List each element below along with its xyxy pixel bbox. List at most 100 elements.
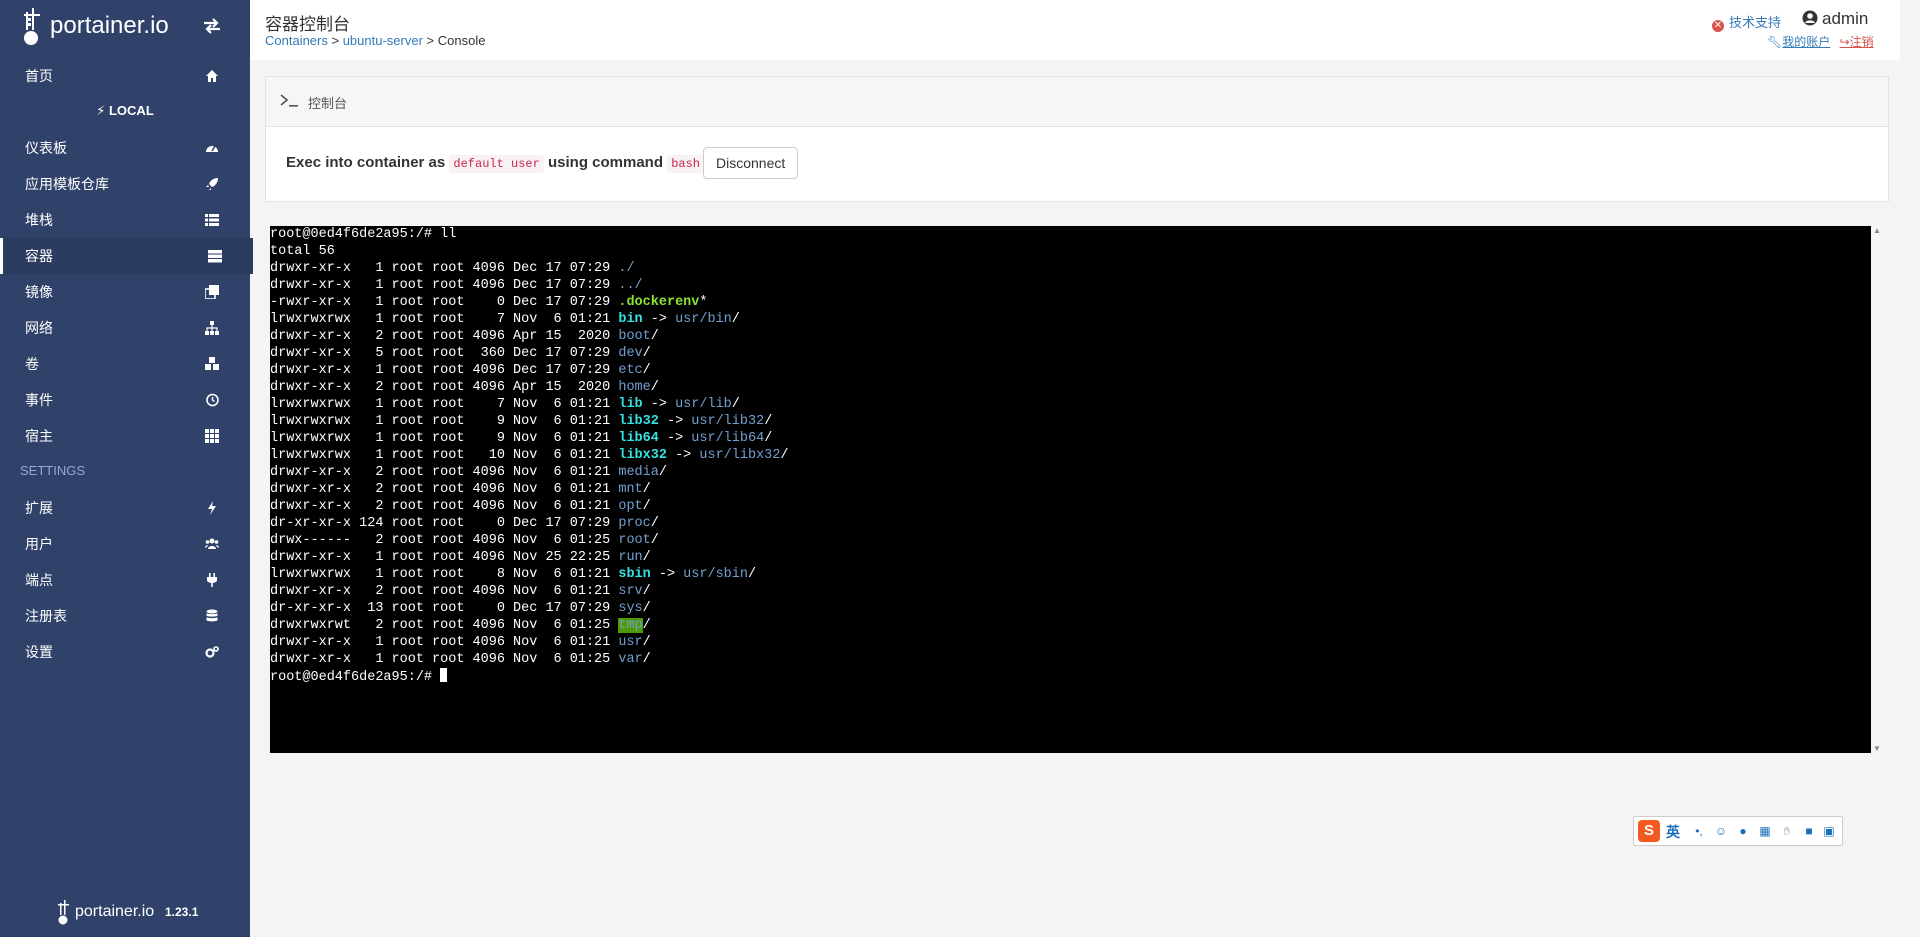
terminal-line: drwxr-xr-x 2 root root 4096 Nov 6 01:21 … (270, 481, 1871, 498)
terminal-segment: dev (618, 346, 643, 361)
console-widget: 控制台 Exec into container as default user … (265, 76, 1889, 202)
terminal-segment: lib32 (618, 414, 659, 429)
plug-icon (207, 573, 217, 587)
clone-icon (205, 285, 219, 299)
breadcrumb-separator: > (422, 33, 438, 48)
terminal-segment: media (618, 465, 659, 480)
exec-command: bash (667, 155, 704, 173)
top-header: 容器控制台 Containers > ubuntu-server > Conso… (250, 0, 1900, 60)
sidebar-item-label: 应用模板仓库 (25, 176, 109, 192)
grid-icon[interactable]: ▣ (1822, 824, 1836, 838)
terminal-segment: sys (618, 601, 643, 616)
terminal-segment: / (642, 482, 651, 497)
terminal-segment: lib64 (618, 431, 659, 446)
terminal-segment: proc (618, 516, 651, 531)
terminal[interactable]: root@0ed4f6de2a95:/# ll total 56 drwxr-xr-… (270, 226, 1871, 753)
terminal-line: drwxr-xr-x 2 root root 4096 Nov 6 01:21 … (270, 498, 1871, 515)
widget-header: 控制台 (266, 77, 1888, 127)
terminal-segment: drwxr-xr-x 2 root root 4096 Nov 6 01:21 (270, 499, 619, 514)
endpoint-label: ⚡︎ LOCAL (96, 103, 154, 118)
terminal-segment: srv (618, 584, 643, 599)
terminal-segment: lrwxrwxrwx 1 root root 7 Nov 6 01:21 (270, 312, 619, 327)
terminal-icon (280, 94, 298, 107)
sidebar-item-label: 宿主 (25, 428, 53, 444)
my-account-link[interactable]: 我的账户 (1782, 35, 1830, 49)
sidebar-item-users[interactable]: 用户 (0, 526, 250, 562)
terminal-line: total 56 (270, 243, 1871, 260)
footer-brand: portainer.io (75, 903, 155, 920)
terminal-segment: / (650, 516, 659, 531)
terminal-segment: usr/libx32 (699, 448, 781, 463)
brand-text[interactable]: portainer.io (50, 12, 169, 40)
home-icon (206, 70, 218, 82)
sidebar-item-endpoints[interactable]: 端点 (0, 562, 250, 598)
support-link[interactable]: ✕ 技术支持 (1712, 12, 1781, 32)
terminal-line: drwxr-xr-x 1 root root 4096 Nov 6 01:21 … (270, 634, 1871, 651)
terminal-segment: drwxr-xr-x 1 root root 4096 Dec 17 07:29 (270, 363, 619, 378)
user-menu: admin (1802, 9, 1868, 29)
scroll-down-icon[interactable]: ▼ (1873, 744, 1881, 753)
terminal-segment: * (699, 295, 708, 310)
sidebar-item-home[interactable]: 首页 (0, 58, 250, 94)
terminal-line: root@0ed4f6de2a95:/# (270, 668, 1871, 686)
sidebar-item-extensions[interactable]: 扩展 (0, 490, 250, 526)
terminal-segment: lrwxrwxrwx 1 root root 9 Nov 6 01:21 (270, 414, 619, 429)
punctuation-icon[interactable]: •, (1692, 824, 1706, 838)
sidebar-item-settings[interactable]: 设置 (0, 634, 250, 670)
scroll-up-icon[interactable]: ▲ (1873, 226, 1881, 235)
sidebar-item-label: 堆栈 (25, 212, 53, 228)
widget-title: 控制台 (308, 96, 348, 111)
terminal-segment: / (650, 380, 659, 395)
sidebar-item-dashboard[interactable]: 仪表板 (0, 130, 250, 166)
sidebar-item-volumes[interactable]: 卷 (0, 346, 250, 382)
skin-icon[interactable]: ■ (1802, 824, 1816, 838)
sidebar-item-stacks[interactable]: 堆栈 (0, 202, 250, 238)
terminal-segment: usr/sbin (683, 567, 748, 582)
sidebar-item-images[interactable]: 镜像 (0, 274, 250, 310)
page-title: 容器控制台 (265, 15, 350, 34)
sidebar-item-label: 网络 (25, 320, 53, 336)
terminal-segment: drwxr-xr-x 1 root root 4096 Dec 17 07:29 (270, 261, 619, 276)
sitemap-icon (205, 321, 219, 335)
sidebar-item-containers[interactable]: 容器 (0, 238, 253, 274)
terminal-segment: run (618, 550, 643, 565)
keyboard-icon[interactable]: ▦ (1758, 824, 1772, 838)
terminal-segment: lib (618, 397, 643, 412)
terminal-segment: / (642, 635, 651, 650)
page-scrollbar[interactable] (1903, 0, 1920, 937)
portainer-logo-icon[interactable] (22, 6, 48, 46)
terminal-segment: / (642, 601, 651, 616)
breadcrumb-container-link[interactable]: ubuntu-server (343, 33, 423, 48)
server-icon (208, 250, 222, 263)
terminal-line: root@0ed4f6de2a95:/# ll (270, 226, 1871, 243)
terminal-segment: drwxr-xr-x 1 root root 4096 Dec 17 07:29 (270, 278, 619, 293)
ime-language[interactable]: 英 (1666, 822, 1680, 842)
terminal-segment: boot (618, 329, 651, 344)
logout-link[interactable]: ↪︎注销 (1840, 35, 1874, 49)
terminal-segment: mnt (618, 482, 643, 497)
terminal-segment: usr/bin (675, 312, 732, 327)
terminal-segment: usr (618, 635, 643, 650)
database-icon (206, 609, 218, 622)
emoji-icon[interactable]: ☺︎ (1714, 824, 1728, 838)
sidebar-item-templates[interactable]: 应用模板仓库 (0, 166, 250, 202)
ime-logo[interactable]: S (1638, 820, 1660, 842)
hand-icon[interactable]: ✋︎ (1780, 824, 1794, 838)
exchange-icon[interactable] (203, 18, 221, 34)
terminal-segment: / (642, 499, 651, 514)
terminal-segment: / (747, 567, 757, 582)
breadcrumb-containers-link[interactable]: Containers (265, 33, 328, 48)
terminal-segment: -> (658, 431, 692, 446)
terminal-segment: usr/lib64 (691, 431, 765, 446)
sidebar-item-label: 端点 (25, 572, 53, 588)
sidebar-item-events[interactable]: 事件 (0, 382, 250, 418)
terminal-segment: -> (642, 312, 676, 327)
mic-icon[interactable]: ● (1736, 824, 1750, 838)
sidebar-item-host[interactable]: 宿主 (0, 418, 250, 454)
disconnect-button[interactable]: Disconnect (703, 147, 799, 179)
terminal-line: drwxr-xr-x 5 root root 360 Dec 17 07:29 … (270, 345, 1871, 362)
sidebar-item-registries[interactable]: 注册表 (0, 598, 250, 634)
ime-toolbar[interactable]: S 英 •, ☺︎ ● ▦ ✋︎ ■ ▣ (1633, 816, 1843, 846)
sidebar-item-networks[interactable]: 网络 (0, 310, 250, 346)
terminal-scrollbar[interactable]: ▲ ▼ (1873, 226, 1881, 753)
